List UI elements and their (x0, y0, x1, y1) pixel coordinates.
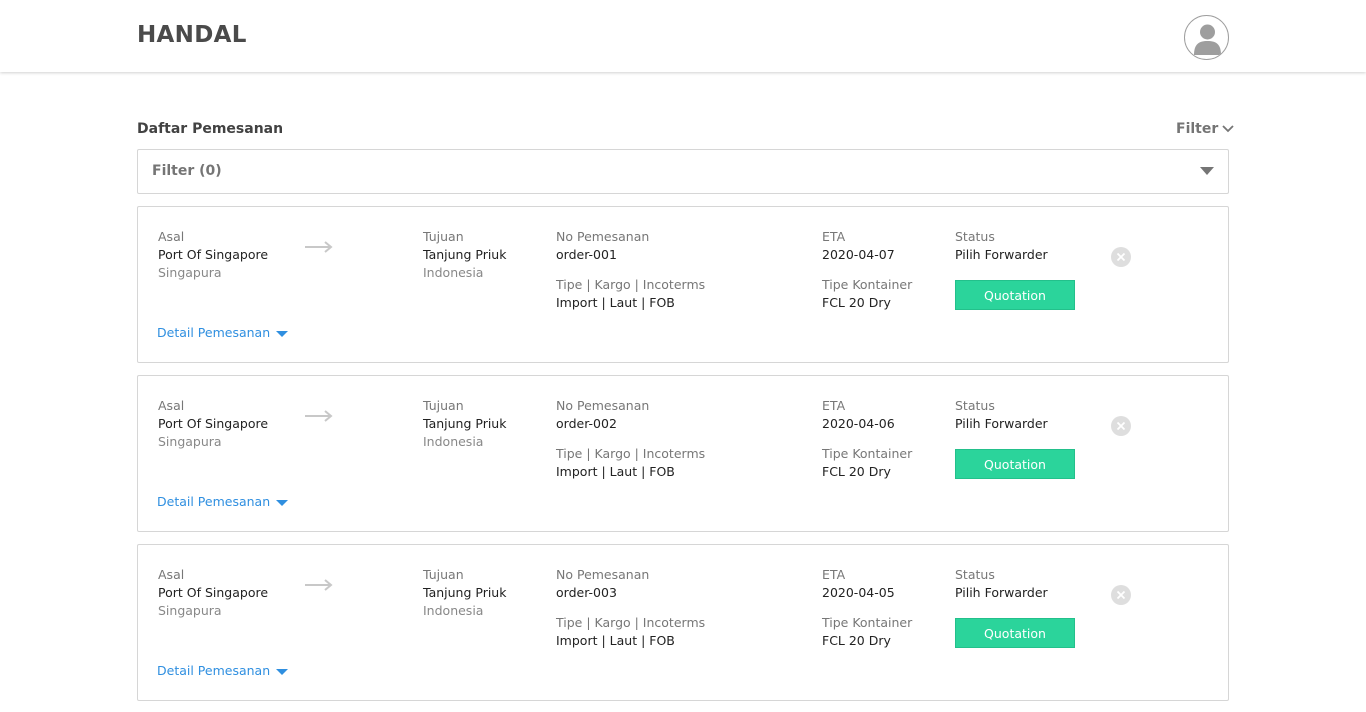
order-detail-toggle[interactable]: Detail Pemesanan (157, 494, 289, 509)
type-cargo-incoterms-label: Tipe | Kargo | Incoterms (556, 615, 706, 630)
origin-port: Port Of Singapore (158, 247, 269, 262)
type-cargo-incoterms-label: Tipe | Kargo | Incoterms (556, 446, 706, 461)
user-avatar-icon[interactable] (1184, 15, 1229, 60)
order-detail-label: Detail Pemesanan (157, 325, 271, 340)
eta-value: 2020-04-07 (822, 247, 895, 262)
order-card: Asal Port Of Singapore Singapura Tujuan … (137, 544, 1229, 701)
caret-down-icon (1200, 167, 1214, 175)
destination-label: Tujuan (423, 567, 464, 582)
quotation-button[interactable]: Quotation (955, 449, 1075, 479)
eta-label: ETA (822, 229, 846, 244)
destination-country: Indonesia (423, 265, 484, 280)
order-no-label: No Pemesanan (556, 567, 650, 582)
order-no: order-002 (556, 416, 617, 431)
caret-down-icon (276, 499, 289, 506)
type-cargo-incoterms-label: Tipe | Kargo | Incoterms (556, 277, 706, 292)
origin-country: Singapura (158, 603, 222, 618)
close-icon[interactable] (1111, 416, 1131, 436)
arrow-right-icon (305, 241, 333, 253)
destination-port: Tanjung Priuk (423, 585, 507, 600)
container-type: FCL 20 Dry (822, 464, 891, 479)
brand-logo-text[interactable]: HANDAL (137, 22, 247, 48)
status-value: Pilih Forwarder (955, 416, 1048, 431)
container-type-label: Tipe Kontainer (822, 615, 913, 630)
order-detail-label: Detail Pemesanan (157, 663, 271, 678)
status-label: Status (955, 229, 995, 244)
destination-country: Indonesia (423, 434, 484, 449)
close-icon[interactable] (1111, 585, 1131, 605)
order-card: Asal Port Of Singapore Singapura Tujuan … (137, 206, 1229, 363)
eta-value: 2020-04-05 (822, 585, 895, 600)
type-cargo-incoterms: Import | Laut | FOB (556, 295, 675, 310)
order-detail-label: Detail Pemesanan (157, 494, 271, 509)
destination-label: Tujuan (423, 229, 464, 244)
order-no: order-003 (556, 585, 617, 600)
caret-down-icon (276, 668, 289, 675)
eta-value: 2020-04-06 (822, 416, 895, 431)
page-title: Daftar Pemesanan (137, 121, 284, 137)
order-no-label: No Pemesanan (556, 229, 650, 244)
status-value: Pilih Forwarder (955, 585, 1048, 600)
origin-port: Port Of Singapore (158, 585, 269, 600)
quotation-button[interactable]: Quotation (955, 618, 1075, 648)
order-detail-toggle[interactable]: Detail Pemesanan (157, 663, 289, 678)
filter-toggle[interactable]: Filter (1176, 121, 1234, 137)
arrow-right-icon (305, 410, 333, 422)
status-label: Status (955, 567, 995, 582)
filter-toggle-label: Filter (1176, 121, 1219, 137)
destination-label: Tujuan (423, 398, 464, 413)
top-navbar: HANDAL (0, 0, 1366, 72)
order-no: order-001 (556, 247, 617, 262)
type-cargo-incoterms: Import | Laut | FOB (556, 464, 675, 479)
status-value: Pilih Forwarder (955, 247, 1048, 262)
filter-dropdown[interactable]: Filter (0) (137, 149, 1229, 194)
origin-country: Singapura (158, 434, 222, 449)
origin-country: Singapura (158, 265, 222, 280)
container-type: FCL 20 Dry (822, 295, 891, 310)
arrow-right-icon (305, 579, 333, 591)
origin-label: Asal (158, 567, 185, 582)
origin-label: Asal (158, 398, 185, 413)
type-cargo-incoterms: Import | Laut | FOB (556, 633, 675, 648)
close-icon[interactable] (1111, 247, 1131, 267)
quotation-button[interactable]: Quotation (955, 280, 1075, 310)
destination-port: Tanjung Priuk (423, 416, 507, 431)
origin-port: Port Of Singapore (158, 416, 269, 431)
destination-port: Tanjung Priuk (423, 247, 507, 262)
order-no-label: No Pemesanan (556, 398, 650, 413)
destination-country: Indonesia (423, 603, 484, 618)
order-card: Asal Port Of Singapore Singapura Tujuan … (137, 375, 1229, 532)
eta-label: ETA (822, 398, 846, 413)
origin-label: Asal (158, 229, 185, 244)
container-type-label: Tipe Kontainer (822, 446, 913, 461)
chevron-down-icon (1222, 125, 1234, 133)
eta-label: ETA (822, 567, 846, 582)
caret-down-icon (276, 330, 289, 337)
container-type-label: Tipe Kontainer (822, 277, 913, 292)
filter-dropdown-value: Filter (0) (152, 163, 222, 179)
order-detail-toggle[interactable]: Detail Pemesanan (157, 325, 289, 340)
status-label: Status (955, 398, 995, 413)
container-type: FCL 20 Dry (822, 633, 891, 648)
